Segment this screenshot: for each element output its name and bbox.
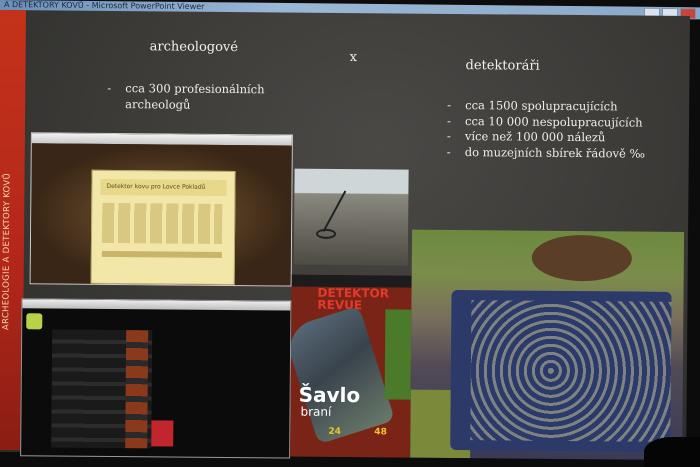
metal-finds-pile [470,300,672,442]
finds-photo [410,229,685,460]
browser-toolbar [22,299,291,311]
bullet-text: více než 100 000 nálezů [464,129,606,145]
list-item: - do muzejních sbírek řádově ‰ [446,144,646,161]
magazine-number: 48 [374,427,387,438]
right-bullet-list: - cca 1500 spolupracujících - cca 10 000 n… [446,98,686,162]
slide-side-title: ARCHEOLOGIE A DETEKTORY KOVŮ [1,172,13,331]
list-item: - cca 300 profesionálních archeologů [107,80,265,112]
bullet-text: do muzejních sbírek řádově ‰ [464,144,646,161]
bullet-text: cca 1500 spolupracujících [465,98,618,114]
cover-foliage [384,309,412,400]
magazine-cover-image: DETEKTOR REVUE Šavlo braní 24 48 [290,274,412,458]
excavation-hole [531,234,633,282]
cover-figure [290,305,396,445]
website-panel: Detektor kovu pro Lovce Pokladů [90,169,236,286]
right-heading: detektoráři [465,58,540,74]
bullet-text: cca 10 000 nespolupracujících [464,113,643,130]
left-heading: archeologové [149,39,239,56]
website-title: Detektor kovu pro Lovce Pokladů [106,182,206,191]
magazine-masthead: DETEKTOR REVUE [317,285,390,313]
banner-image [151,420,174,447]
audience-shadow [644,437,700,467]
detector-coil-icon [316,228,337,239]
metal-detector-icon [322,190,347,232]
versus-separator: x [349,50,358,66]
field-detector-photo [293,168,409,266]
website-thumbnails [101,202,223,244]
magazine-number: 24 [328,426,341,437]
website-footer [101,250,222,258]
website-screenshot-image: Detektor kovu pro Lovce Pokladů [29,132,293,287]
magazine-subheadline: braní [300,404,332,419]
magazine-headline: Šavlo [298,382,361,408]
bullet-text: cca 300 profesionálních archeologů [125,81,265,112]
site-logo-icon [26,313,43,330]
forum-screenshot-image [20,298,292,459]
forum-thumbnails [125,330,149,449]
left-bullet-list: - cca 300 profesionálních archeologů [107,80,285,113]
presentation-slide: ARCHEOLOGIE A DETEKTORY KOVŮ archeologov… [0,10,690,460]
